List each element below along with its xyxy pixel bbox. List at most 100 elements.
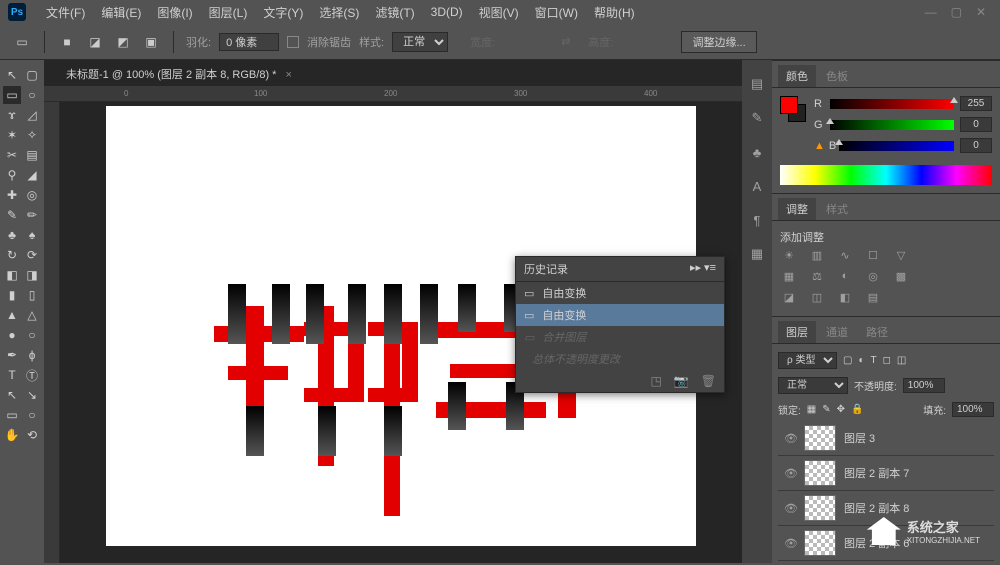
- adj-mixer-icon[interactable]: ▩: [892, 270, 910, 283]
- window-close-icon[interactable]: ✕: [976, 5, 986, 19]
- delete-state-icon[interactable]: 🗑: [701, 374, 716, 388]
- opacity-input[interactable]: [903, 378, 945, 393]
- menu-view[interactable]: 视图(V): [471, 4, 527, 21]
- filter-text-icon[interactable]: T: [871, 355, 877, 366]
- freeform-pen-tool[interactable]: ɸ: [23, 346, 41, 364]
- adj-curves-icon[interactable]: ∿: [836, 249, 854, 262]
- magic-wand-tool[interactable]: ✧: [23, 126, 41, 144]
- collapsed-para-icon[interactable]: ¶: [747, 210, 767, 230]
- adj-exposure-icon[interactable]: ☐: [864, 249, 882, 262]
- lock-position-icon[interactable]: ✥: [837, 404, 845, 415]
- layer-thumb[interactable]: [804, 460, 836, 486]
- visibility-icon[interactable]: 👁: [784, 432, 796, 445]
- history-panel[interactable]: 历史记录 ▸▸ ▾≡ ▭ 自由变换 ▭ 自由变换 ▭ 合并图层 总体不透明度更改…: [515, 256, 725, 393]
- history-collapse-icon[interactable]: ▸▸: [690, 262, 701, 274]
- new-doc-from-state-icon[interactable]: ◳: [650, 374, 661, 388]
- history-brush-tool[interactable]: ↻: [3, 246, 21, 264]
- tab-styles[interactable]: 样式: [818, 198, 856, 220]
- style-select[interactable]: 正常: [392, 32, 448, 52]
- pen-tool[interactable]: ✒: [3, 346, 21, 364]
- layer-name[interactable]: 图层 2 副本 7: [844, 465, 909, 481]
- pencil-tool[interactable]: ✏: [23, 206, 41, 224]
- fill-input[interactable]: [952, 402, 994, 417]
- rotate-view-tool[interactable]: ⟲: [23, 426, 41, 444]
- menu-edit[interactable]: 编辑(E): [93, 4, 149, 21]
- collapsed-history-icon[interactable]: ▤: [747, 74, 767, 94]
- hand-tool[interactable]: ✋: [3, 426, 21, 444]
- type-tool[interactable]: T: [3, 366, 21, 384]
- document-tab[interactable]: 未标题-1 @ 100% (图层 2 副本 8, RGB/8) * ×: [54, 62, 304, 86]
- adj-balance-icon[interactable]: ⚖: [808, 270, 826, 283]
- visibility-icon[interactable]: 👁: [784, 502, 796, 515]
- layer-thumb[interactable]: [804, 530, 836, 556]
- new-snapshot-icon[interactable]: 📷: [674, 374, 689, 388]
- layer-item[interactable]: 👁 图层 3: [778, 421, 994, 456]
- pattern-stamp-tool[interactable]: ♠: [23, 226, 41, 244]
- eraser-tool[interactable]: ◧: [3, 266, 21, 284]
- lock-paint-icon[interactable]: ✎: [822, 404, 830, 415]
- spot-heal-tool[interactable]: ✚: [3, 186, 21, 204]
- menu-window[interactable]: 窗口(W): [527, 4, 586, 21]
- filter-shape-icon[interactable]: ◻: [883, 355, 891, 366]
- lock-all-icon[interactable]: 🔒: [851, 404, 863, 415]
- poly-lasso-tool[interactable]: ◿: [23, 106, 41, 124]
- art-history-tool[interactable]: ⟳: [23, 246, 41, 264]
- rectangle-tool[interactable]: ▭: [3, 406, 21, 424]
- adj-hue-icon[interactable]: ▦: [780, 270, 798, 283]
- collapsed-char-icon[interactable]: A: [747, 176, 767, 196]
- layer-thumb[interactable]: [804, 495, 836, 521]
- r-slider[interactable]: [830, 99, 954, 109]
- adj-brightness-icon[interactable]: ☀: [780, 249, 798, 262]
- antialias-checkbox[interactable]: [287, 36, 299, 48]
- history-menu-icon[interactable]: ▾≡: [704, 262, 716, 274]
- clone-stamp-tool[interactable]: ♣: [3, 226, 21, 244]
- fg-color-swatch[interactable]: [780, 96, 798, 114]
- b-slider[interactable]: [839, 141, 954, 151]
- menu-layer[interactable]: 图层(L): [201, 4, 256, 21]
- color-spectrum[interactable]: [780, 165, 992, 185]
- adj-threshold-icon[interactable]: ◧: [836, 291, 854, 304]
- tab-adjust[interactable]: 调整: [778, 198, 816, 220]
- ellipse-marquee-tool[interactable]: ○: [23, 86, 41, 104]
- window-maximize-icon[interactable]: ▢: [951, 5, 962, 19]
- tab-swatches[interactable]: 色板: [818, 65, 856, 87]
- close-tab-icon[interactable]: ×: [286, 69, 292, 81]
- blend-mode-select[interactable]: 正常: [778, 377, 848, 394]
- ruler-tool[interactable]: ◢: [23, 166, 41, 184]
- ellipse-tool[interactable]: ○: [23, 406, 41, 424]
- layer-kind-select[interactable]: ρ 类型: [778, 352, 837, 369]
- type-mask-tool[interactable]: Ⓣ: [23, 366, 41, 384]
- adj-photo-icon[interactable]: ◎: [864, 270, 882, 283]
- layer-thumb[interactable]: [804, 425, 836, 451]
- adj-poster-icon[interactable]: ◫: [808, 291, 826, 304]
- menu-help[interactable]: 帮助(H): [586, 4, 643, 21]
- layer-name[interactable]: 图层 3: [844, 430, 875, 446]
- direct-select-tool[interactable]: ↘: [23, 386, 41, 404]
- history-item[interactable]: ▭ 合并图层: [516, 326, 724, 348]
- b-value[interactable]: [960, 138, 992, 153]
- adj-levels-icon[interactable]: ▥: [808, 249, 826, 262]
- paint-bucket-tool[interactable]: ▯: [23, 286, 41, 304]
- layer-item[interactable]: 👁 图层 2 副本 7: [778, 456, 994, 491]
- history-item[interactable]: ▭ 自由变换: [516, 282, 724, 304]
- subtract-selection-icon[interactable]: ◩: [113, 32, 133, 52]
- eyedropper-tool[interactable]: ⚲: [3, 166, 21, 184]
- adj-invert-icon[interactable]: ◪: [780, 291, 798, 304]
- blur-tool[interactable]: ▲: [3, 306, 21, 324]
- collapsed-brush-icon[interactable]: ✎: [747, 108, 767, 128]
- history-item[interactable]: 总体不透明度更改: [516, 348, 724, 370]
- color-swatches[interactable]: [780, 96, 806, 122]
- visibility-icon[interactable]: 👁: [784, 537, 796, 550]
- gradient-tool[interactable]: ▮: [3, 286, 21, 304]
- slice-tool[interactable]: ▤: [23, 146, 41, 164]
- menu-image[interactable]: 图像(I): [149, 4, 200, 21]
- visibility-icon[interactable]: 👁: [784, 467, 796, 480]
- adj-gradient-icon[interactable]: ▤: [864, 291, 882, 304]
- dodge-tool[interactable]: ●: [3, 326, 21, 344]
- patch-tool[interactable]: ◎: [23, 186, 41, 204]
- lasso-tool[interactable]: ɤ: [3, 106, 21, 124]
- filter-smart-icon[interactable]: ◫: [897, 355, 906, 366]
- menu-filter[interactable]: 滤镜(T): [367, 4, 422, 21]
- bg-eraser-tool[interactable]: ◨: [23, 266, 41, 284]
- tab-layers[interactable]: 图层: [778, 321, 816, 343]
